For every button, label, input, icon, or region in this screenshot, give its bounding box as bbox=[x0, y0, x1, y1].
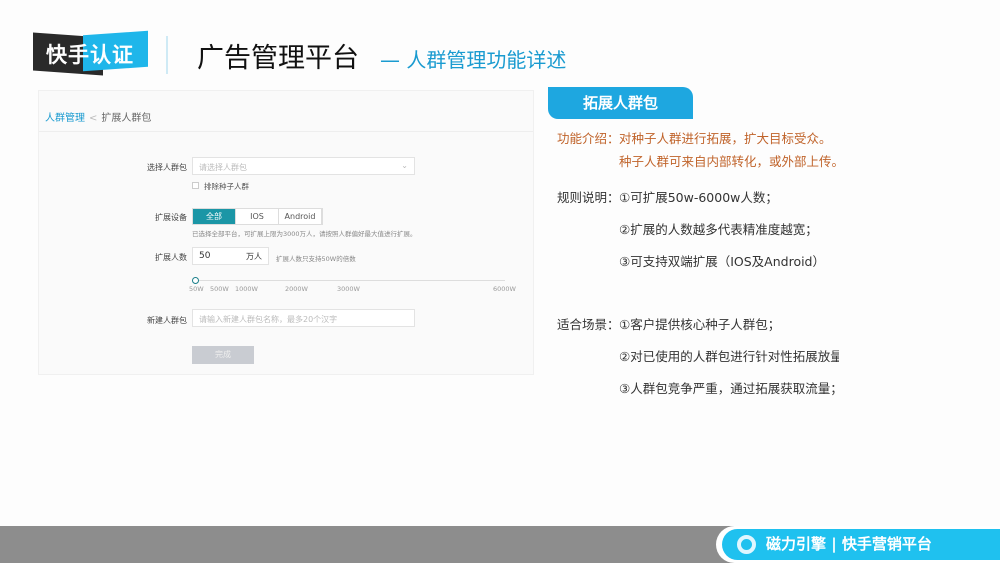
exclude-label: 排除种子人群 bbox=[204, 182, 249, 191]
scene-item: ①客户提供核心种子人群包； bbox=[619, 317, 781, 332]
name-label: 新建人群包 bbox=[147, 316, 187, 325]
device-option-all[interactable]: 全部 bbox=[193, 209, 236, 224]
rule-item: ③可支持双端扩展（IOS及Android） bbox=[619, 254, 825, 269]
rule-item: ①可扩展50w-6000w人数； bbox=[619, 190, 778, 205]
count-unit: 万人 bbox=[246, 252, 262, 261]
chevron-down-icon: ⌄ bbox=[401, 161, 408, 170]
audience-select[interactable]: 请选择人群包 ⌄ bbox=[192, 157, 415, 175]
page-subtitle: — 人群管理功能详述 bbox=[380, 48, 567, 72]
rule-item: ②扩展的人数越多代表精准度越宽； bbox=[619, 222, 818, 237]
intro-line: 种子人群可来自内部转化，或外部上传。 bbox=[619, 154, 845, 169]
expand-audience-form: 人群管理 < 扩展人群包 选择人群包 请选择人群包 ⌄ 排除种子人群 扩展设备 全部 … bbox=[38, 90, 534, 375]
slider-tick: 1000W bbox=[235, 285, 258, 293]
footer-brand-text: 磁力引擎 | 快手营销平台 bbox=[766, 535, 932, 553]
logo-text: 快手认证 bbox=[46, 43, 134, 67]
breadcrumb: 人群管理 < 扩展人群包 bbox=[45, 109, 151, 124]
count-label: 扩展人数 bbox=[155, 253, 187, 262]
slider-thumb[interactable] bbox=[192, 277, 199, 284]
audience-name-input[interactable]: 请输入新建人群包名称，最多20个汉字 bbox=[192, 309, 415, 327]
count-hint: 扩展人数只支持50W的倍数 bbox=[276, 255, 356, 263]
device-option-ios[interactable]: IOS bbox=[236, 209, 279, 224]
scene-label: 适合场景： bbox=[557, 317, 620, 332]
magnetic-engine-logo-icon bbox=[737, 535, 756, 554]
divider bbox=[166, 36, 168, 74]
done-button[interactable]: 完成 bbox=[192, 346, 254, 364]
name-placeholder: 请输入新建人群包名称，最多20个汉字 bbox=[199, 315, 338, 324]
section-tag: 拓展人群包 bbox=[548, 87, 693, 119]
breadcrumb-current: 扩展人群包 bbox=[101, 113, 152, 124]
intro-label: 功能介绍： bbox=[557, 131, 620, 146]
page-title: 广告管理平台 bbox=[197, 43, 359, 74]
scene-item: ③人群包竞争严重，通过拓展获取流量； bbox=[619, 381, 843, 396]
device-label: 扩展设备 bbox=[155, 213, 187, 222]
exclude-checkbox[interactable] bbox=[192, 182, 199, 189]
intro-line: 对种子人群进行拓展，扩大目标受众。 bbox=[619, 131, 832, 146]
scene-item: ②对已使用的人群包进行针对性拓展放量 bbox=[619, 349, 839, 364]
slider-tick: 50W bbox=[189, 285, 204, 293]
select-label: 选择人群包 bbox=[147, 163, 187, 172]
slider-tick: 6000W bbox=[493, 285, 516, 293]
select-placeholder: 请选择人群包 bbox=[199, 163, 247, 172]
count-value: 50 bbox=[199, 251, 211, 261]
device-segmented: 全部 IOS Android bbox=[192, 208, 323, 225]
device-hint: 已选择全部平台，可扩展上限为3000万人，请按照人群偏好最大值进行扩展。 bbox=[192, 230, 417, 238]
slider-tick: 500W bbox=[210, 285, 229, 293]
slider-tick: 3000W bbox=[337, 285, 360, 293]
slider-tick: 2000W bbox=[285, 285, 308, 293]
divider bbox=[39, 131, 533, 132]
kuaishou-cert-logo: 快手认证 bbox=[33, 30, 148, 76]
device-option-android[interactable]: Android bbox=[279, 209, 322, 224]
breadcrumb-root[interactable]: 人群管理 bbox=[45, 113, 85, 124]
slider-track[interactable] bbox=[195, 280, 505, 281]
rules-label: 规则说明： bbox=[557, 190, 620, 205]
count-input[interactable]: 50 万人 bbox=[192, 247, 269, 265]
footer-brand: 磁力引擎 | 快手营销平台 bbox=[722, 529, 1000, 560]
breadcrumb-sep: < bbox=[89, 113, 98, 124]
